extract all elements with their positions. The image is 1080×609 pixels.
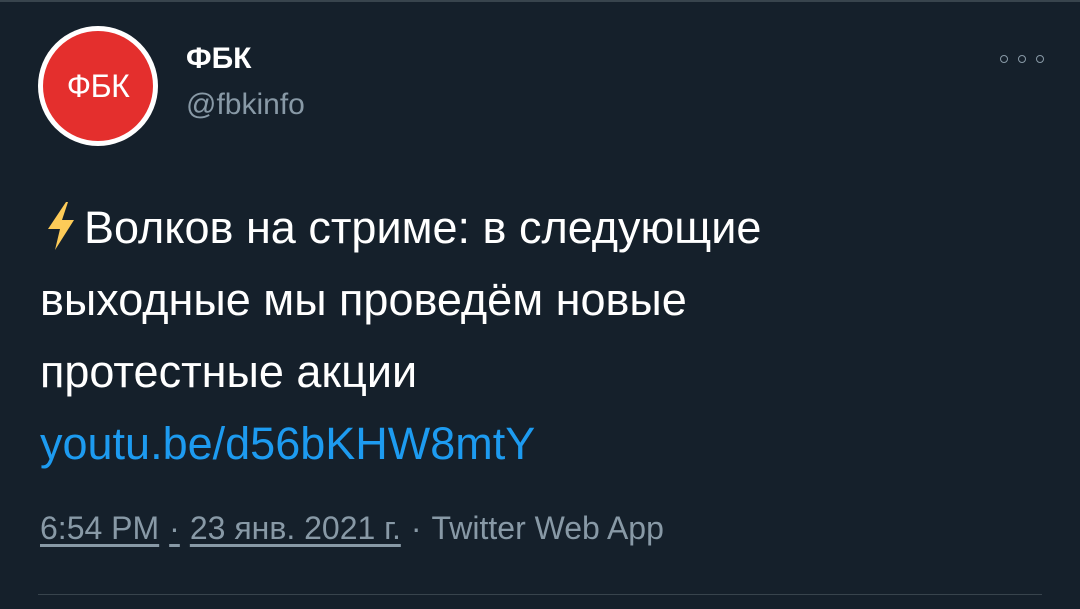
user-handle[interactable]: @fbkinfo [186, 88, 305, 122]
high-voltage-icon [48, 202, 74, 250]
user-display-name[interactable]: ФБК [186, 42, 251, 76]
meta-separator: · [169, 510, 180, 546]
more-options-icon[interactable] [1000, 52, 1044, 66]
tweet-timestamp-link[interactable]: 6:54 PM · 23 янв. 2021 г. [40, 510, 401, 546]
tweet-text-line-1: Волков на стриме: в следующие [40, 192, 1040, 264]
avatar-logo: ФБК [43, 31, 153, 141]
avatar[interactable]: ФБК [38, 26, 158, 146]
tweet-text-line-2: выходные мы проведём новые [40, 274, 687, 325]
tweet-time: 6:54 PM [40, 510, 160, 546]
tweet-card: ФБК ФБК @fbkinfo Волков на стриме: в сле… [0, 0, 1080, 609]
tweet-meta: 6:54 PM · 23 янв. 2021 г. · Twitter Web App [40, 510, 664, 547]
tweet-link[interactable]: youtu.be/d56bKHW8mtY [40, 408, 1040, 480]
avatar-logo-text: ФБК [66, 67, 130, 104]
top-divider [0, 0, 1080, 2]
tweet-source: Twitter Web App [431, 510, 664, 546]
tweet-text-line-3: протестные акции [40, 346, 418, 397]
tweet-text: Волков на стриме: в следующие выходные м… [40, 192, 1040, 480]
bottom-divider [38, 594, 1042, 595]
tweet-date: 23 янв. 2021 г. [189, 510, 401, 546]
tweet-text-line: Волков на стриме: в следующие [84, 202, 762, 253]
meta-separator: · [410, 510, 422, 546]
